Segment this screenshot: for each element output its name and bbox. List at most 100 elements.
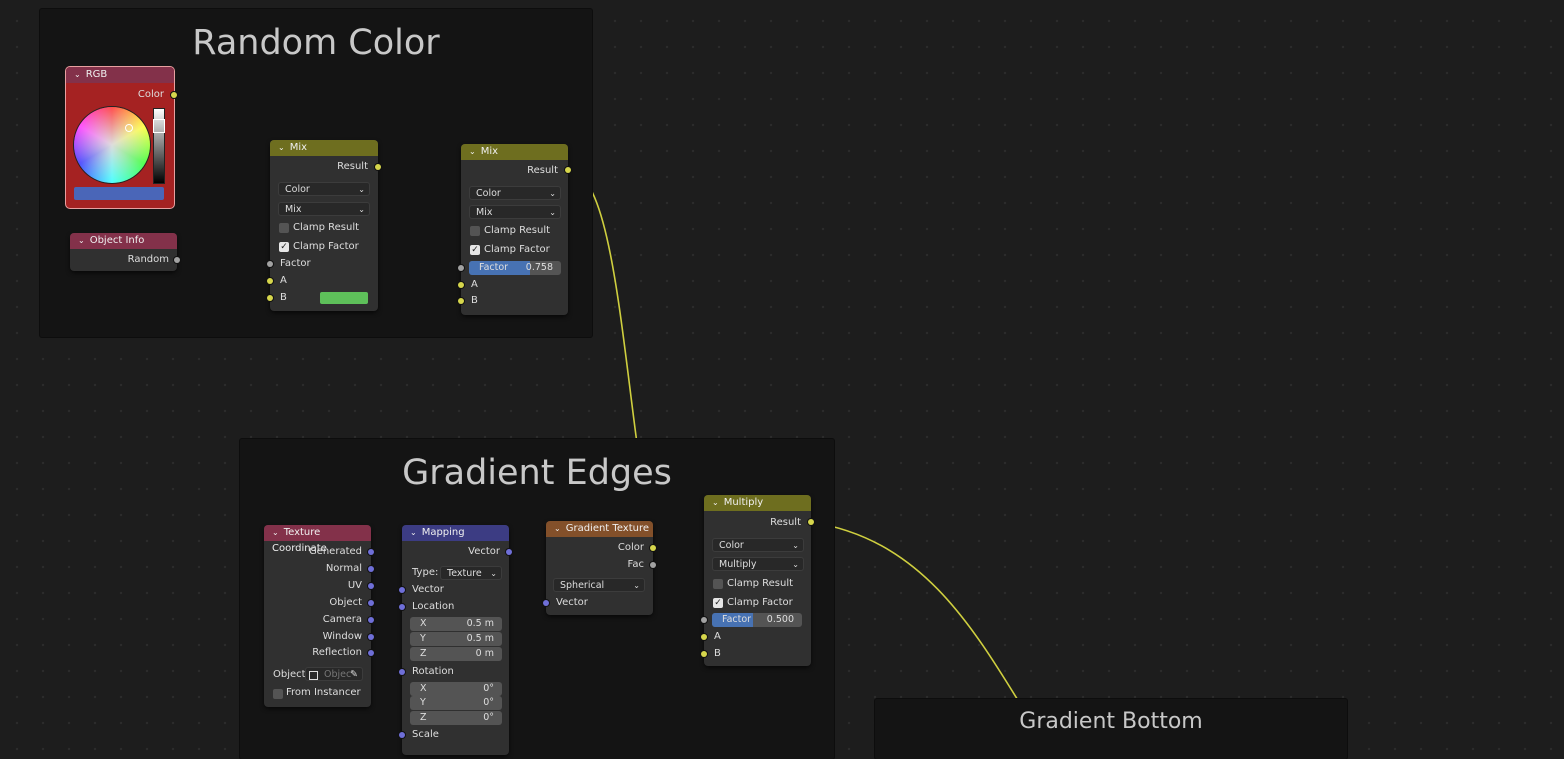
- node-header[interactable]: ⌄ Gradient Texture: [546, 521, 653, 537]
- reflection-socket[interactable]: [368, 650, 374, 656]
- location-x-field[interactable]: X 0.5 m: [410, 617, 502, 631]
- vector-input-socket[interactable]: [399, 587, 405, 593]
- fac-output-socket[interactable]: [650, 562, 656, 568]
- result-output-socket[interactable]: [808, 519, 814, 525]
- camera-socket[interactable]: [368, 617, 374, 623]
- factor-slider[interactable]: Factor 0.500: [712, 613, 802, 627]
- rotation-x-field[interactable]: X 0°: [410, 682, 502, 696]
- node-header[interactable]: ⌄ Mapping: [402, 525, 509, 541]
- node-title: Object Info: [89, 235, 145, 246]
- gradient-texture-node[interactable]: ⌄ Gradient Texture Color Fac Spherical ⌄ V…: [543, 521, 656, 615]
- multiply-node[interactable]: ⌄ Multiply Result Color ⌄ Multiply ⌄ Clamp …: [701, 495, 814, 666]
- a-input-socket[interactable]: [458, 282, 464, 288]
- location-y-field[interactable]: Y 0.5 m: [410, 632, 502, 646]
- chevron-down-icon[interactable]: ⌄: [78, 233, 85, 249]
- factor-value: 0.500: [766, 614, 794, 625]
- chevron-down-icon[interactable]: ⌄: [554, 521, 561, 537]
- node-header[interactable]: ⌄ Object Info: [70, 233, 177, 249]
- clamp-factor-checkbox[interactable]: ✓: [470, 245, 480, 255]
- chevron-down-icon[interactable]: ⌄: [278, 140, 285, 156]
- clamp-result-checkbox[interactable]: [470, 226, 480, 236]
- location-input-socket[interactable]: [399, 604, 405, 610]
- node-header[interactable]: ⌄ Mix: [461, 144, 568, 160]
- eyedropper-icon[interactable]: ✎: [350, 668, 358, 682]
- b-input-socket[interactable]: [458, 298, 464, 304]
- chevron-down-icon[interactable]: ⌄: [410, 525, 417, 541]
- blend-type-dropdown[interactable]: Mix ⌄: [469, 205, 561, 219]
- mix-node-1[interactable]: ⌄ Mix Result Color ⌄ Mix ⌄ Clamp Result ✓ C…: [267, 140, 381, 311]
- gradient-type-dropdown[interactable]: Spherical ⌄: [553, 578, 645, 592]
- uv-socket[interactable]: [368, 583, 374, 589]
- object-info-node[interactable]: ⌄ Object Info Random: [70, 233, 180, 271]
- fac-output-label: Fac: [627, 559, 644, 570]
- mapping-node[interactable]: ⌄ Mapping Vector Type: Texture ⌄ Vector Lo…: [399, 525, 512, 755]
- window-socket[interactable]: [368, 634, 374, 640]
- blend-type-dropdown[interactable]: Mix ⌄: [278, 202, 370, 216]
- color-wheel-cursor[interactable]: [125, 124, 133, 132]
- chevron-down-icon[interactable]: ⌄: [469, 144, 476, 160]
- result-output-socket[interactable]: [565, 167, 571, 173]
- clamp-result-checkbox[interactable]: [279, 223, 289, 233]
- rgb-node[interactable]: ⌄ RGB Color: [66, 67, 177, 208]
- b-color-swatch[interactable]: [320, 292, 368, 304]
- data-type-dropdown[interactable]: Color ⌄: [712, 538, 804, 552]
- node-title: Mix: [480, 146, 499, 157]
- object-socket[interactable]: [368, 600, 374, 606]
- vector-input-socket[interactable]: [543, 600, 549, 606]
- color-swatch[interactable]: [74, 187, 164, 200]
- chevron-down-icon[interactable]: ⌄: [74, 67, 81, 83]
- clamp-factor-checkbox[interactable]: ✓: [713, 598, 723, 608]
- location-z-field[interactable]: Z 0 m: [410, 647, 502, 661]
- chevron-down-icon[interactable]: ⌄: [272, 525, 279, 541]
- value-slider-handle[interactable]: [153, 119, 165, 133]
- blend-type-dropdown[interactable]: Multiply ⌄: [712, 557, 804, 571]
- b-input-socket[interactable]: [267, 295, 273, 301]
- cube-icon: [309, 671, 318, 680]
- object-field[interactable]: Objec ✎: [305, 667, 363, 681]
- a-input-socket[interactable]: [701, 634, 707, 640]
- clamp-result-checkbox[interactable]: [713, 579, 723, 589]
- factor-value: 0.758: [525, 262, 553, 273]
- chevron-down-icon: ⌄: [633, 581, 640, 590]
- vector-output-socket[interactable]: [506, 549, 512, 555]
- rotation-input-socket[interactable]: [399, 669, 405, 675]
- rotation-y-field[interactable]: Y 0°: [410, 696, 502, 710]
- rotation-z-field[interactable]: Z 0°: [410, 711, 502, 725]
- axis-value: 0.5 m: [466, 618, 494, 629]
- a-input-socket[interactable]: [267, 278, 273, 284]
- dropdown-value: Color: [285, 184, 310, 195]
- generated-socket[interactable]: [368, 549, 374, 555]
- node-header[interactable]: ⌄ Mix: [270, 140, 378, 156]
- node-header[interactable]: ⌄ RGB: [66, 67, 174, 83]
- frame-gradient-bottom[interactable]: Gradient Bottom: [875, 699, 1347, 759]
- clamp-factor-checkbox[interactable]: ✓: [279, 242, 289, 252]
- dropdown-value: Spherical: [560, 580, 605, 591]
- output-camera: Camera: [322, 614, 362, 625]
- chevron-down-icon[interactable]: ⌄: [712, 495, 719, 511]
- random-output-socket[interactable]: [174, 257, 180, 263]
- factor-input-socket[interactable]: [701, 617, 707, 623]
- data-type-dropdown[interactable]: Color ⌄: [278, 182, 370, 196]
- factor-input-socket[interactable]: [458, 265, 464, 271]
- dropdown-value: Color: [476, 188, 501, 199]
- scale-input-socket[interactable]: [399, 732, 405, 738]
- chevron-down-icon: ⌄: [549, 208, 556, 217]
- texture-coordinate-node[interactable]: ⌄ Texture Coordinate Generated Normal UV …: [264, 525, 374, 707]
- from-instancer-checkbox[interactable]: [273, 689, 283, 699]
- color-output-socket[interactable]: [171, 92, 177, 98]
- normal-socket[interactable]: [368, 566, 374, 572]
- result-output-socket[interactable]: [375, 164, 381, 170]
- mapping-type-dropdown[interactable]: Texture ⌄: [440, 566, 502, 580]
- b-input-socket[interactable]: [701, 651, 707, 657]
- from-instancer-label: From Instancer: [286, 687, 361, 698]
- factor-input-socket[interactable]: [267, 261, 273, 267]
- node-header[interactable]: ⌄ Texture Coordinate: [264, 525, 371, 554]
- node-title: Gradient Texture: [565, 523, 650, 534]
- frame-title: Gradient Edges: [402, 453, 672, 493]
- mix-node-2[interactable]: ⌄ Mix Result Color ⌄ Mix ⌄ Clamp Result ✓ C…: [458, 144, 571, 315]
- color-output-socket[interactable]: [650, 545, 656, 551]
- node-header[interactable]: ⌄ Multiply: [704, 495, 811, 511]
- color-wheel[interactable]: [74, 107, 150, 183]
- data-type-dropdown[interactable]: Color ⌄: [469, 186, 561, 200]
- factor-slider[interactable]: Factor 0.758: [469, 261, 561, 275]
